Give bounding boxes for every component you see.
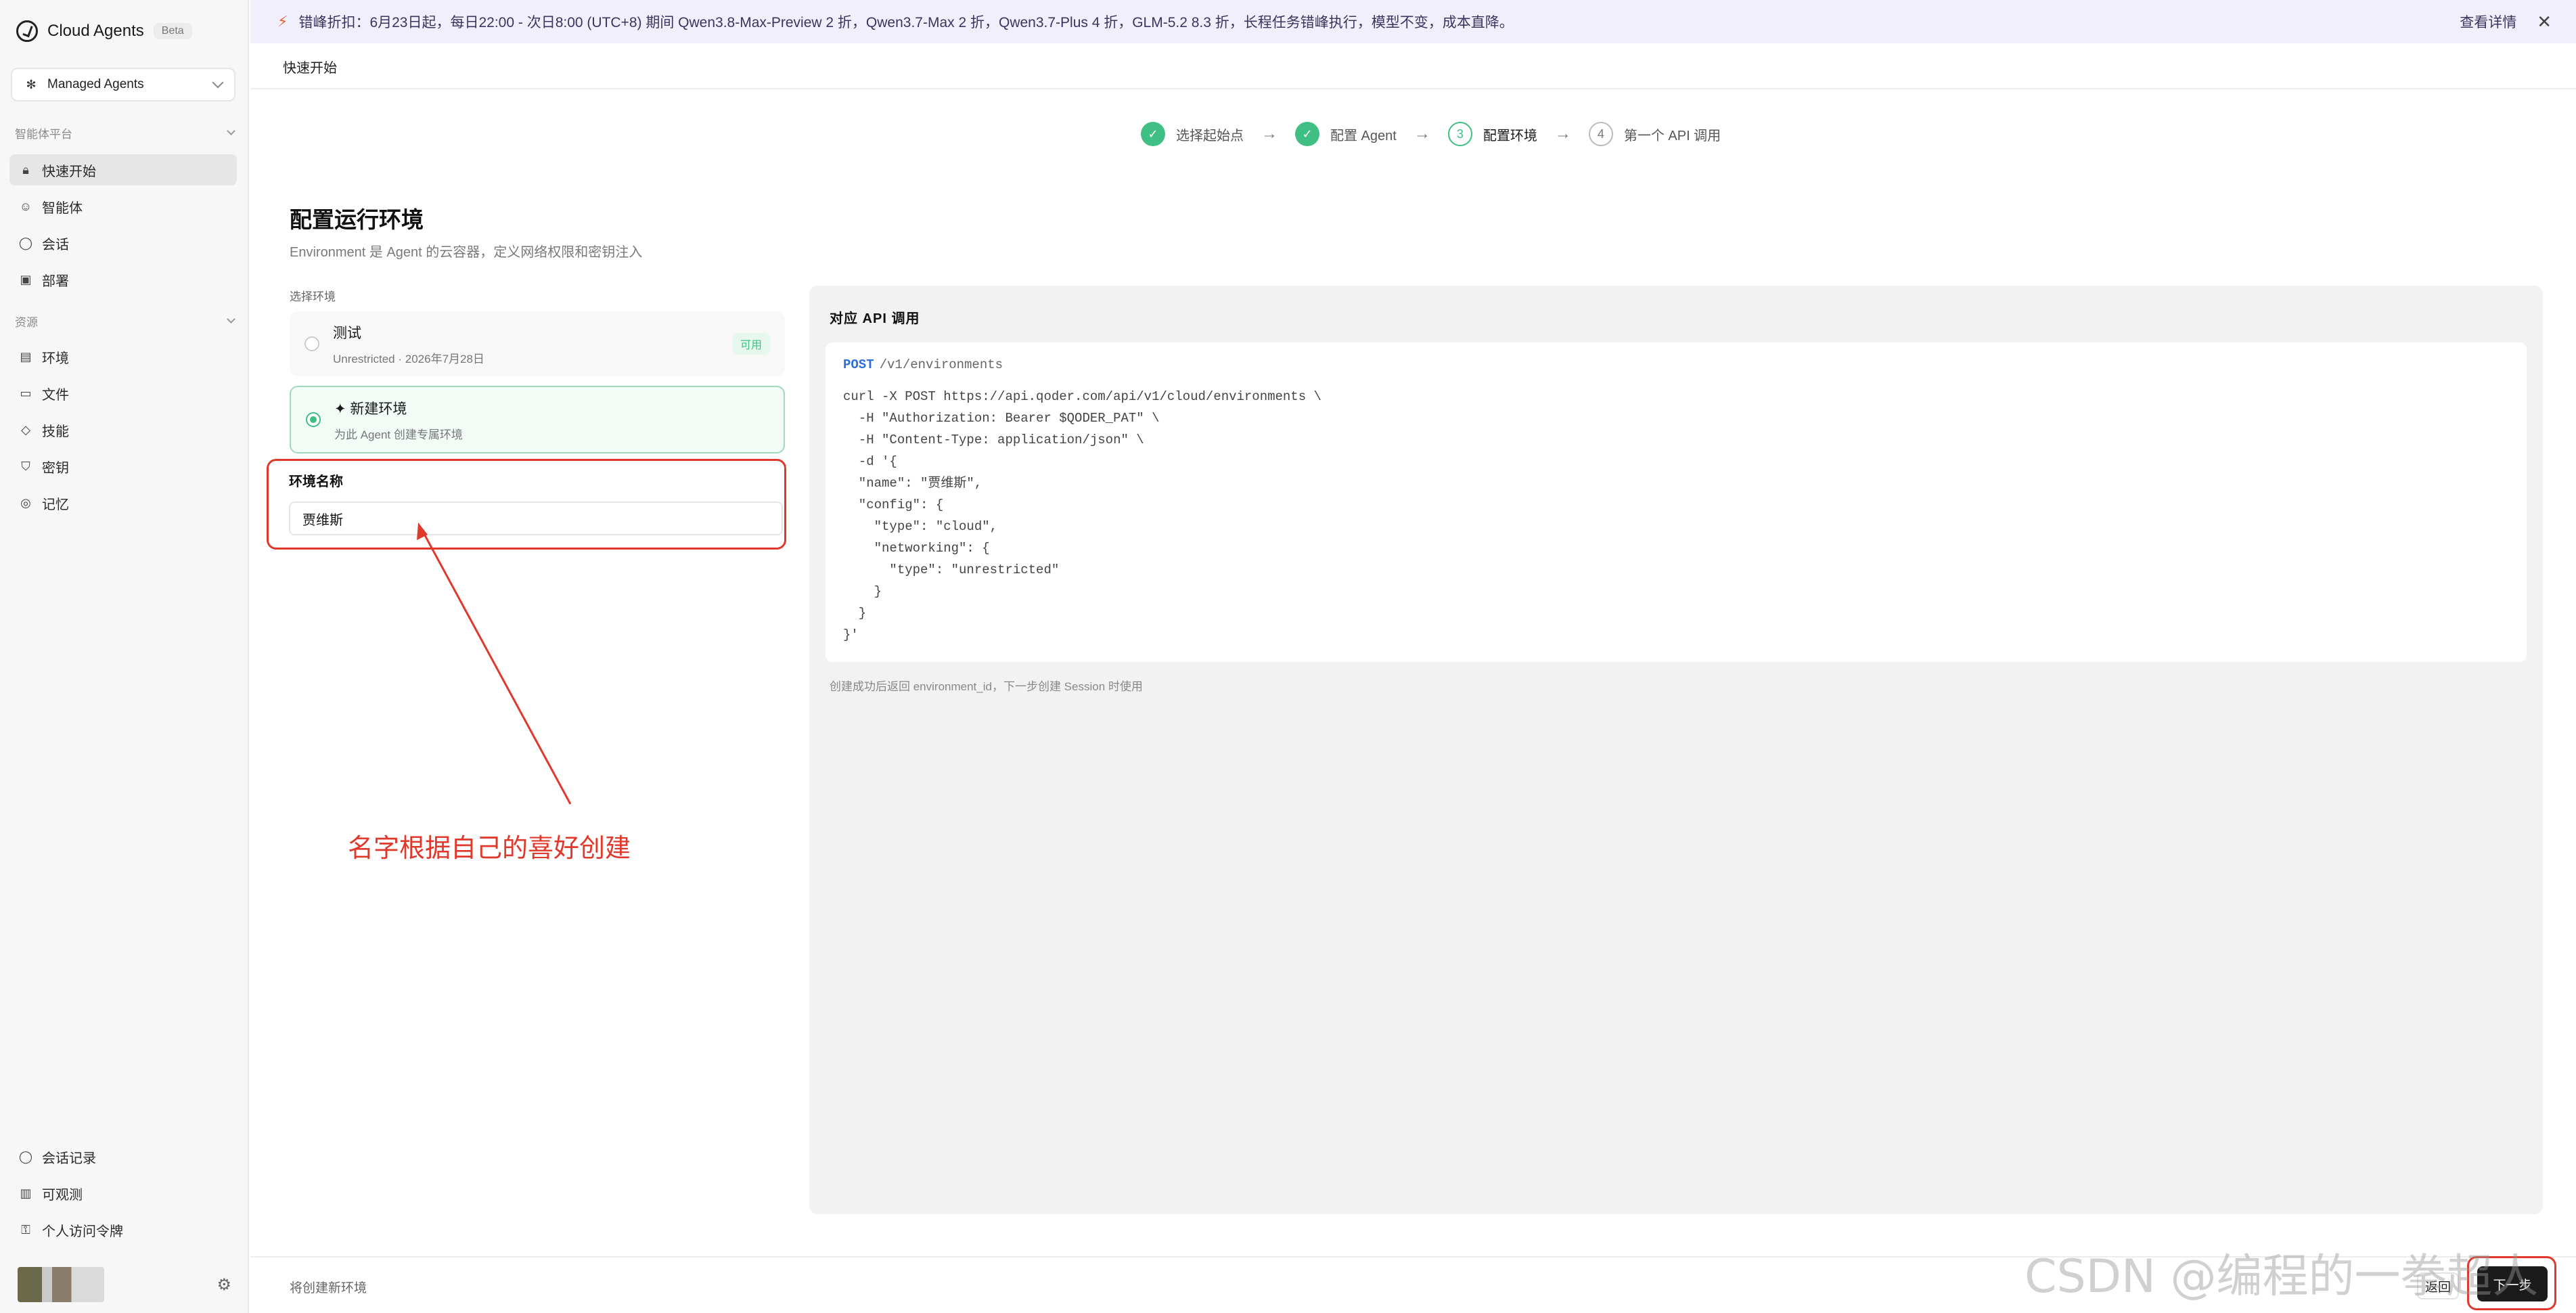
curl-code: curl -X POST https://api.qoder.com/api/v… xyxy=(843,389,1321,642)
api-note: 创建成功后返回 environment_id，下一步创建 Session 时使用 xyxy=(830,680,1143,693)
api-title: 对应 API 调用 xyxy=(830,311,920,326)
api-endpoint: POST/v1/environments xyxy=(843,357,2509,372)
api-path: /v1/environments xyxy=(879,357,1003,372)
api-panel: 对应 API 调用 POST/v1/environments curl -X P… xyxy=(809,286,2543,1214)
annotation-text: 名字根据自己的喜好创建 xyxy=(348,833,631,863)
footer-note: 将创建新环境 xyxy=(290,1281,367,1295)
watermark: CSDN @编程的一拳超人 xyxy=(2025,1250,2539,1304)
http-method: POST xyxy=(843,357,874,372)
code-block: POST/v1/environments curl -X POST https:… xyxy=(826,342,2527,662)
